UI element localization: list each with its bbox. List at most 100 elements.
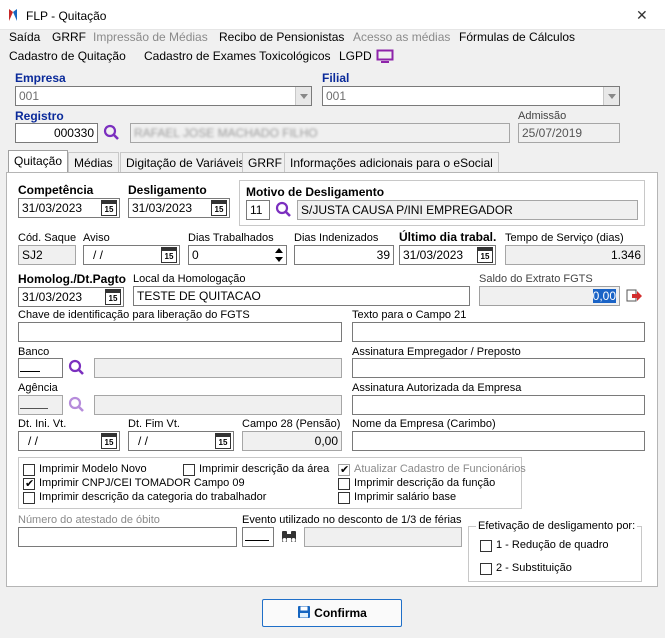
empresa-value: 001: [19, 89, 40, 103]
close-icon[interactable]: ✕: [636, 7, 648, 24]
desc-funcao-checkbox[interactable]: [338, 478, 350, 490]
calendar-icon[interactable]: 15: [215, 433, 231, 449]
nome-empresa-input[interactable]: [352, 431, 645, 451]
calendar-icon[interactable]: 15: [101, 200, 117, 216]
salario-base-checkbox[interactable]: [338, 492, 350, 504]
chevron-down-icon[interactable]: [295, 87, 311, 105]
desligamento-label: Desligamento: [128, 183, 207, 197]
salario-base-label: Imprimir salário base: [354, 491, 457, 503]
evento-input-caret: [245, 540, 269, 541]
dt-ini-vt-label: Dt. Ini. Vt.: [18, 418, 67, 430]
aviso-label: Aviso: [83, 232, 110, 244]
filial-select[interactable]: 001: [322, 86, 620, 106]
dias-trabalhados-value: 0: [192, 248, 199, 262]
empresa-select[interactable]: 001: [15, 86, 312, 106]
opt-substituicao-label: 2 - Substituição: [496, 562, 572, 574]
evento-ferias-desc-field: [304, 527, 462, 547]
menu-lgpd[interactable]: LGPD: [339, 49, 372, 63]
binoculars-icon[interactable]: [280, 528, 298, 545]
homolog-input[interactable]: 31/03/2023 15: [18, 287, 124, 307]
cnpj-tomador-checkbox[interactable]: [23, 477, 35, 490]
atualizar-cadastro-checkbox[interactable]: [338, 463, 350, 476]
search-icon[interactable]: [68, 359, 85, 376]
spinner-arrows-icon[interactable]: [272, 246, 286, 264]
calendar-icon[interactable]: 15: [161, 247, 177, 263]
calendar-icon[interactable]: 15: [101, 433, 117, 449]
dias-trabalhados-label: Dias Trabalhados: [188, 232, 274, 244]
homolog-label: Homolog./Dt.Pagto: [18, 272, 126, 286]
dt-fim-vt-input[interactable]: / / 15: [128, 431, 234, 451]
modelo-novo-checkbox[interactable]: [23, 464, 35, 476]
local-homolog-label: Local da Homologação: [133, 273, 246, 285]
motivo-code-input[interactable]: 11: [246, 200, 270, 220]
menu-cadastro-quitacao[interactable]: Cadastro de Quitação: [9, 49, 126, 63]
agencia-input[interactable]: [18, 395, 63, 415]
opt-reducao-checkbox[interactable]: [480, 540, 492, 552]
search-icon[interactable]: [275, 201, 292, 218]
motivo-desc-field: S/JUSTA CAUSA P/INI EMPREGADOR: [297, 200, 638, 220]
ultimo-dia-input[interactable]: 31/03/2023 15: [399, 245, 496, 265]
menu-recibo-pensionistas[interactable]: Recibo de Pensionistas: [219, 30, 344, 44]
tab-quitacao[interactable]: Quitação: [8, 150, 69, 173]
local-homolog-input[interactable]: TESTE DE QUITACAO: [133, 286, 470, 306]
dt-ini-vt-input[interactable]: / / 15: [18, 431, 120, 451]
assin-autorizada-label: Assinatura Autorizada da Empresa: [352, 382, 522, 394]
menu-saida[interactable]: Saída: [9, 30, 40, 44]
dias-trabalhados-spinner[interactable]: 0: [188, 245, 287, 265]
tempo-servico-label: Tempo de Serviço (dias): [505, 232, 624, 244]
calendar-icon[interactable]: 15: [477, 247, 493, 263]
monitor-icon[interactable]: [376, 49, 394, 64]
ultimo-dia-value: 31/03/2023: [403, 248, 464, 262]
dias-indenizados-input[interactable]: 39: [294, 245, 394, 265]
texto-campo21-label: Texto para o Campo 21: [352, 309, 467, 321]
modelo-novo-label: Imprimir Modelo Novo: [39, 463, 147, 475]
export-arrow-icon[interactable]: [626, 288, 643, 304]
empresa-label: Empresa: [15, 71, 66, 85]
chave-fgts-input[interactable]: [18, 322, 342, 342]
menu-grrf[interactable]: GRRF: [52, 30, 86, 44]
opt-reducao-label: 1 - Redução de quadro: [496, 539, 609, 551]
chevron-down-icon[interactable]: [603, 87, 619, 105]
tab-medias[interactable]: Médias: [68, 152, 119, 172]
assin-empregador-input[interactable]: [352, 358, 645, 378]
search-icon[interactable]: [103, 124, 120, 141]
dt-fim-vt-label: Dt. Fim Vt.: [128, 418, 180, 430]
banco-input[interactable]: [18, 358, 63, 378]
opt-substituicao-checkbox[interactable]: [480, 563, 492, 575]
competencia-input[interactable]: 31/03/2023 15: [18, 198, 120, 218]
desc-categoria-checkbox[interactable]: [23, 492, 35, 504]
aviso-value: / /: [93, 248, 104, 262]
admissao-field: 25/07/2019: [518, 123, 620, 143]
tab-esocial[interactable]: Informações adicionais para o eSocial: [284, 152, 499, 172]
dt-ini-vt-value: / /: [28, 434, 39, 448]
menu-impressao-medias[interactable]: Impressão de Médias: [93, 30, 208, 44]
texto-campo21-input[interactable]: [352, 322, 645, 342]
motivo-label: Motivo de Desligamento: [246, 185, 385, 199]
calendar-icon[interactable]: 15: [211, 200, 227, 216]
menu-formulas-calculos[interactable]: Fórmulas de Cálculos: [459, 30, 575, 44]
menu-acesso-medias[interactable]: Acesso as médias: [353, 30, 450, 44]
cod-saque-label: Cód. Saque: [18, 232, 77, 244]
calendar-icon[interactable]: 15: [105, 289, 121, 305]
competencia-label: Competência: [18, 183, 94, 197]
registro-input[interactable]: 000330: [15, 123, 98, 143]
tab-grrf[interactable]: GRRF: [242, 152, 288, 172]
desc-area-label: Imprimir descrição da área: [199, 463, 330, 475]
banco-input-caret: [20, 371, 40, 372]
agencia-input-caret: [20, 408, 48, 409]
aviso-input[interactable]: / / 15: [83, 245, 180, 265]
search-icon[interactable]: [68, 396, 85, 413]
evento-ferias-input[interactable]: [242, 527, 274, 547]
registro-label: Registro: [15, 109, 64, 123]
assin-autorizada-input[interactable]: [352, 395, 645, 415]
saldo-fgts-value: 0,00: [592, 289, 616, 303]
desc-area-checkbox[interactable]: [183, 464, 195, 476]
desligamento-value: 31/03/2023: [132, 201, 193, 215]
menu-cadastro-exames[interactable]: Cadastro de Exames Toxicológicos: [144, 49, 331, 63]
tab-digitacao-variaveis[interactable]: Digitação de Variáveis: [120, 152, 251, 172]
ultimo-dia-label: Último dia trabal.: [399, 230, 497, 244]
desligamento-input[interactable]: 31/03/2023 15: [128, 198, 230, 218]
confirma-button[interactable]: Confirma: [262, 599, 402, 627]
atestado-obito-input[interactable]: [18, 527, 237, 547]
chave-fgts-label: Chave de identificação para liberação do…: [18, 309, 250, 321]
